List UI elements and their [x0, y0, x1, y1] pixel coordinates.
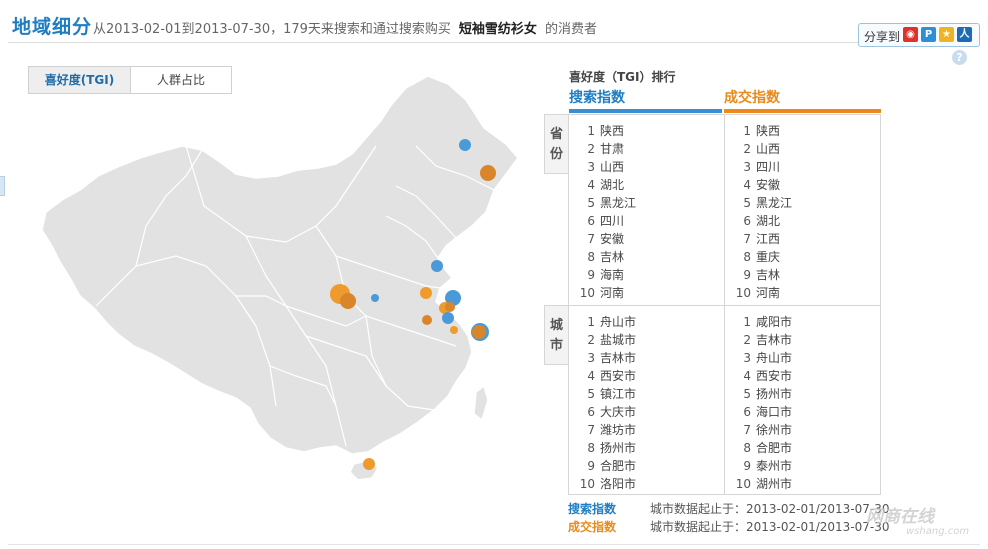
share-label: 分享到: [864, 30, 901, 44]
province-search-list: 1 陕西 2 甘肃 3 山西 4 湖北 5 黑龙江 6 四川 7 安徽 8 吉林 9 海南 10 河…: [579, 122, 636, 302]
search-note-text: 城市数据起止于：2013-02-01/2013-07-30: [650, 502, 890, 516]
section-divider: [569, 305, 880, 306]
list-item: 3 吉林市: [587, 351, 637, 365]
list-item: 4 西安市: [587, 369, 637, 383]
marker-zhoushan-deal[interactable]: [472, 325, 486, 339]
list-item: 8 合肥市: [743, 441, 793, 455]
share-bar: 分享到 ◉ P ★ 人: [858, 23, 980, 47]
deal-note-label: 成交指数: [568, 520, 617, 534]
search-index-header[interactable]: 搜索指数: [569, 87, 722, 113]
region-breakdown-panel: 地域细分 从2013-02-01到2013-07-30，179天来搜索和通过搜索…: [0, 0, 988, 549]
header-divider: [8, 42, 980, 43]
list-item: 2 甘肃: [587, 142, 625, 156]
tab-population-share[interactable]: 人群占比: [131, 67, 231, 93]
deal-note-text: 城市数据起止于：2013-02-01/2013-07-30: [650, 520, 890, 534]
deal-date-note: 成交指数 城市数据起止于：2013-02-01/2013-07-30: [568, 518, 890, 535]
city-deal-list: 1 咸阳市 2 吉林市 3 舟山市 4 西安市 5 扬州市 6 海口市 7 徐州市 8 合肥市 …: [735, 313, 792, 493]
list-item: 6 四川: [587, 214, 625, 228]
list-item: 6 海口市: [743, 405, 793, 419]
list-item: 10 河南: [735, 286, 781, 300]
marker-anhui-deal-2[interactable]: [445, 302, 455, 312]
list-item: 9 合肥市: [587, 459, 637, 473]
list-item: 10 河南: [579, 286, 625, 300]
list-item: 5 黑龙江: [743, 196, 793, 210]
list-item: 5 镇江市: [587, 387, 637, 401]
marker-heilongjiang-search[interactable]: [459, 139, 471, 151]
city-section-label: 城市: [544, 305, 568, 365]
renren-icon[interactable]: 人: [957, 27, 972, 42]
list-item: 2 山西: [743, 142, 781, 156]
marker-hubei-deal[interactable]: [422, 315, 432, 325]
list-item: 5 黑龙江: [587, 196, 637, 210]
marker-shaanxi-deal[interactable]: [340, 293, 356, 309]
list-item: 8 扬州市: [587, 441, 637, 455]
date-range-description: 从2013-02-01到2013-07-30，179天来搜索和通过搜索购买 短袖雪…: [93, 18, 597, 37]
metric-tabs: 喜好度(TGI) 人群占比: [28, 66, 232, 94]
ranking-table: 1 陕西 2 甘肃 3 山西 4 湖北 5 黑龙江 6 四川 7 安徽 8 吉林 9 海南 10 河…: [568, 114, 881, 495]
list-item: 9 海南: [587, 268, 625, 282]
map-taiwan: [473, 384, 489, 422]
marker-henan-deal[interactable]: [420, 287, 432, 299]
help-icon[interactable]: ?: [952, 50, 967, 65]
list-item: 1 陕西: [743, 124, 781, 138]
list-item: 7 潍坊市: [587, 423, 637, 437]
list-item: 10 湖州市: [735, 477, 793, 491]
map-land: [41, 75, 519, 481]
province-deal-list: 1 陕西 2 山西 3 四川 4 安徽 5 黑龙江 6 湖北 7 江西 8 重庆 9 吉林 10 河…: [735, 122, 792, 302]
qzone-icon[interactable]: ★: [939, 27, 954, 42]
watermark-text: 网商在线: [866, 507, 934, 527]
marker-hefei-search[interactable]: [442, 312, 454, 324]
list-item: 2 盐城市: [587, 333, 637, 347]
site-watermark: 网商在线 wshang.com: [866, 502, 984, 542]
list-item: 2 吉林市: [743, 333, 793, 347]
list-item: 10 洛阳市: [579, 477, 637, 491]
side-collapse-handle[interactable]: [0, 176, 5, 196]
marker-hainan-deal[interactable]: [363, 458, 375, 470]
city-search-list: 1 舟山市 2 盐城市 3 吉林市 4 西安市 5 镇江市 6 大庆市 7 潍坊市 8 扬州市 …: [579, 313, 636, 493]
marker-jiangxi-deal[interactable]: [450, 326, 458, 334]
p-icon[interactable]: P: [921, 27, 936, 42]
subtitle-prefix: 从2013-02-01到2013-07-30，179天来搜索和通过搜索购买: [93, 22, 451, 37]
ranking-panel: 喜好度（TGI）排行 搜索指数 成交指数 省份 城市 1 陕西 2 甘肃 3 山西 4…: [544, 66, 890, 546]
list-item: 1 咸阳市: [743, 315, 793, 329]
list-item: 1 舟山市: [587, 315, 637, 329]
list-item: 7 徐州市: [743, 423, 793, 437]
marker-gansu-search[interactable]: [371, 294, 379, 302]
product-keyword: 短袖雪纺衫女: [458, 22, 537, 37]
weibo-icon[interactable]: ◉: [903, 27, 918, 42]
bottom-divider: [8, 544, 980, 545]
list-item: 6 湖北: [743, 214, 781, 228]
list-item: 5 扬州市: [743, 387, 793, 401]
list-item: 6 大庆市: [587, 405, 637, 419]
list-item: 7 江西: [743, 232, 781, 246]
page-title: 地域细分: [12, 16, 93, 38]
search-date-note: 搜索指数 城市数据起止于：2013-02-01/2013-07-30: [568, 500, 890, 517]
list-item: 8 吉林: [587, 250, 625, 264]
deal-index-header[interactable]: 成交指数: [724, 87, 881, 113]
ranking-title: 喜好度（TGI）排行: [569, 70, 676, 84]
watermark-sub: wshang.com: [906, 526, 970, 537]
list-item: 9 吉林: [743, 268, 781, 282]
list-item: 3 舟山市: [743, 351, 793, 365]
list-item: 8 重庆: [743, 250, 781, 264]
marker-shandong-search[interactable]: [431, 260, 443, 272]
panel-header: 地域细分 从2013-02-01到2013-07-30，179天来搜索和通过搜索…: [0, 0, 988, 65]
list-item: 3 山西: [587, 160, 625, 174]
china-map: [41, 75, 519, 481]
list-item: 7 安徽: [587, 232, 625, 246]
subtitle-suffix: 的消费者: [544, 22, 597, 37]
list-item: 1 陕西: [587, 124, 625, 138]
search-note-label: 搜索指数: [568, 502, 617, 516]
city-label-text: 城市: [549, 318, 563, 353]
list-item: 3 四川: [743, 160, 781, 174]
map-landmass: [41, 75, 519, 455]
marker-jilin-deal[interactable]: [480, 165, 496, 181]
province-label-text: 省份: [549, 127, 563, 162]
list-item: 9 泰州市: [743, 459, 793, 473]
list-item: 4 安徽: [743, 178, 781, 192]
list-item: 4 西安市: [743, 369, 793, 383]
province-section-label: 省份: [544, 114, 568, 174]
list-item: 4 湖北: [587, 178, 625, 192]
tab-tgi[interactable]: 喜好度(TGI): [29, 67, 131, 93]
